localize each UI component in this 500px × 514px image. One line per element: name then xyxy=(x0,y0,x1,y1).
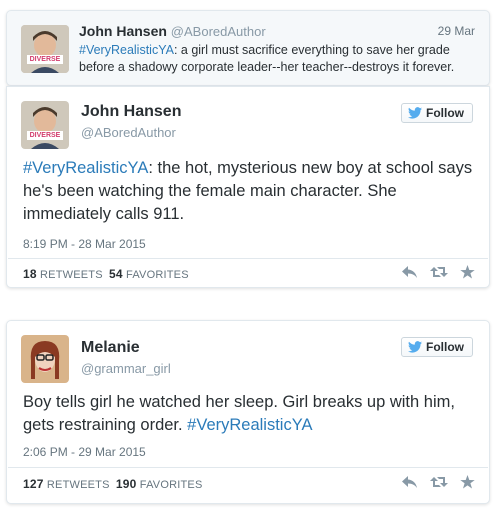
tweet-text: #VeryRealisticYA: the hot, mysterious ne… xyxy=(23,157,475,226)
author-name[interactable]: John Hansen xyxy=(81,103,181,121)
author-handle[interactable]: @ABoredAuthor xyxy=(81,125,176,140)
hashtag-link[interactable]: #VeryRealisticYA xyxy=(23,159,148,177)
retweet-icon[interactable] xyxy=(430,265,448,279)
avatar-photo xyxy=(21,101,69,149)
favorites-label[interactable]: FAVORITES xyxy=(126,269,189,281)
favorite-icon[interactable] xyxy=(460,475,475,489)
avatar-photo xyxy=(21,25,69,73)
divider xyxy=(8,258,488,259)
tweet-timestamp[interactable]: 2:06 PM - 29 Mar 2015 xyxy=(23,445,146,459)
hashtag-link[interactable]: #VeryRealisticYA xyxy=(79,43,174,57)
reply-icon[interactable] xyxy=(402,475,418,489)
avatar-badge: DIVERSE xyxy=(29,56,61,63)
avatar[interactable]: DIVERSE xyxy=(21,25,69,73)
tweet-text: Boy tells girl he watched her sleep. Gir… xyxy=(23,391,475,437)
tweet-timestamp[interactable]: 8:19 PM - 28 Mar 2015 xyxy=(23,237,146,251)
reply-icon[interactable] xyxy=(402,265,418,279)
favorites-label[interactable]: FAVORITES xyxy=(140,479,203,491)
retweets-label[interactable]: RETWEETS xyxy=(40,269,103,281)
avatar-badge: DIVERSE xyxy=(29,132,61,139)
tweet-stats: 18 RETWEETS 54 FAVORITES xyxy=(23,267,189,281)
follow-button[interactable]: Follow xyxy=(401,103,473,123)
follow-label: Follow xyxy=(426,106,464,120)
tweet-stats: 127 RETWEETS 190 FAVORITES xyxy=(23,477,203,491)
tweet-card: DIVERSE John Hansen @ABoredAuthor Follow… xyxy=(6,86,490,288)
follow-label: Follow xyxy=(426,340,464,354)
avatar[interactable]: DIVERSE xyxy=(21,101,69,149)
favorites-count[interactable]: 54 xyxy=(109,267,123,281)
tweet-actions xyxy=(402,265,475,279)
author-name[interactable]: Melanie xyxy=(81,339,140,357)
divider xyxy=(8,467,488,468)
twitter-bird-icon xyxy=(408,107,422,119)
favorite-icon[interactable] xyxy=(460,265,475,279)
author-handle[interactable]: @grammar_girl xyxy=(81,361,171,376)
retweet-icon[interactable] xyxy=(430,475,448,489)
retweets-count[interactable]: 127 xyxy=(23,477,44,491)
avatar-photo xyxy=(21,335,69,383)
author-name[interactable]: John Hansen xyxy=(79,23,167,39)
favorites-count[interactable]: 190 xyxy=(116,477,137,491)
reply-tweet-card[interactable]: DIVERSE John Hansen @ABoredAuthor 29 Mar… xyxy=(6,10,490,86)
follow-button[interactable]: Follow xyxy=(401,337,473,357)
retweets-count[interactable]: 18 xyxy=(23,267,37,281)
tweet-date[interactable]: 29 Mar xyxy=(438,24,475,38)
tweet-actions xyxy=(402,475,475,489)
twitter-bird-icon xyxy=(408,341,422,353)
reply-header: John Hansen @ABoredAuthor 29 Mar xyxy=(79,23,475,39)
hashtag-link[interactable]: #VeryRealisticYA xyxy=(187,416,312,434)
tweet-card: Melanie @grammar_girl Follow Boy tells g… xyxy=(6,320,490,504)
author-handle[interactable]: @ABoredAuthor xyxy=(171,24,266,39)
retweets-label[interactable]: RETWEETS xyxy=(47,479,110,491)
reply-text: #VeryRealisticYA: a girl must sacrifice … xyxy=(79,42,469,76)
avatar[interactable] xyxy=(21,335,69,383)
